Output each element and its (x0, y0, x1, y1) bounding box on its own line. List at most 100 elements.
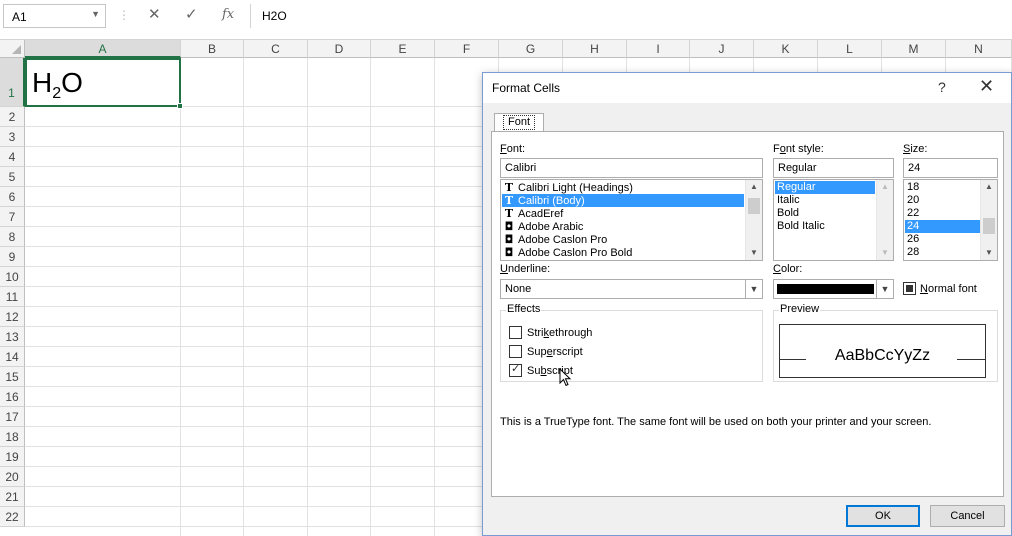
chevron-down-icon[interactable]: ▼ (876, 280, 893, 298)
close-button[interactable]: ✕ (979, 76, 994, 97)
name-box-dropdown-icon[interactable]: ▼ (91, 9, 100, 19)
row-header-5[interactable]: 5 (0, 167, 25, 187)
list-item[interactable]: Bold Italic (775, 220, 875, 233)
row-header-21[interactable]: 21 (0, 487, 25, 507)
checkmark-icon: ✓ (511, 363, 521, 375)
column-header-i[interactable]: I (627, 40, 690, 58)
size-list[interactable]: 18 20 22 24 26 28 ▲ ▼ (903, 179, 998, 261)
font-list-scrollbar[interactable]: ▲ ▼ (745, 180, 762, 260)
help-button[interactable]: ? (938, 79, 946, 95)
row-header-3[interactable]: 3 (0, 127, 25, 147)
column-header-c[interactable]: C (244, 40, 308, 58)
column-header-e[interactable]: E (371, 40, 435, 58)
row-header-11[interactable]: 11 (0, 287, 25, 307)
column-header-d[interactable]: D (308, 40, 371, 58)
row-header-9[interactable]: 9 (0, 247, 25, 267)
column-header-m[interactable]: M (882, 40, 946, 58)
column-header-f[interactable]: F (435, 40, 499, 58)
scroll-down-icon[interactable]: ▼ (746, 246, 762, 260)
list-item[interactable]: Italic (775, 194, 875, 207)
row-header-10[interactable]: 10 (0, 267, 25, 287)
row-header-17[interactable]: 17 (0, 407, 25, 427)
superscript-checkbox[interactable] (509, 345, 522, 358)
list-item[interactable]: T AcadEref (502, 207, 744, 220)
formula-input[interactable]: H2O (250, 4, 1012, 28)
chevron-down-icon[interactable]: ▼ (745, 280, 762, 298)
list-item[interactable]: Regular (775, 181, 875, 194)
list-item[interactable]: ◘ Adobe Caslon Pro Bold (502, 246, 744, 259)
list-item[interactable]: 22 (905, 207, 980, 220)
scroll-up-icon[interactable]: ▲ (877, 180, 893, 194)
column-header-n[interactable]: N (946, 40, 1012, 58)
column-header-l[interactable]: L (818, 40, 882, 58)
strikethrough-label[interactable]: Strikethrough (527, 327, 592, 339)
row-header-12[interactable]: 12 (0, 307, 25, 327)
column-header-j[interactable]: J (690, 40, 754, 58)
list-item[interactable]: ◘ Adobe Caslon Pro (502, 233, 744, 246)
row-header-18[interactable]: 18 (0, 427, 25, 447)
superscript-label[interactable]: Superscript (527, 346, 583, 358)
column-header-g[interactable]: G (499, 40, 563, 58)
font-list[interactable]: T Calibri Light (Headings) T Calibri (Body)… (500, 179, 763, 261)
fill-handle[interactable] (177, 103, 183, 109)
list-item[interactable]: 28 (905, 246, 980, 259)
list-item[interactable]: ◘ Adobe Arabic (502, 220, 744, 233)
row-header-16[interactable]: 16 (0, 387, 25, 407)
row-header-4[interactable]: 4 (0, 147, 25, 167)
row-header-22[interactable]: 22 (0, 507, 25, 527)
list-item[interactable]: 26 (905, 233, 980, 246)
row-header-14[interactable]: 14 (0, 347, 25, 367)
scroll-thumb[interactable] (748, 198, 760, 214)
insert-function-icon[interactable]: fx (222, 6, 234, 24)
size-list-scrollbar[interactable]: ▲ ▼ (980, 180, 997, 260)
normal-font-label[interactable]: Normal font (920, 283, 977, 295)
strikethrough-checkbox[interactable] (509, 326, 522, 339)
mouse-cursor-icon (559, 368, 572, 387)
row-header-15[interactable]: 15 (0, 367, 25, 387)
row-header-20[interactable]: 20 (0, 467, 25, 487)
scroll-up-icon[interactable]: ▲ (746, 180, 762, 194)
ok-button[interactable]: OK (846, 505, 920, 527)
select-all-button[interactable] (0, 40, 25, 58)
enter-entry-icon[interactable]: ✓ (185, 6, 198, 24)
column-header-b[interactable]: B (181, 40, 244, 58)
row-header-19[interactable]: 19 (0, 447, 25, 467)
column-header-k[interactable]: K (754, 40, 818, 58)
scroll-down-icon[interactable]: ▼ (877, 246, 893, 260)
cancel-button[interactable]: Cancel (930, 505, 1005, 527)
scroll-thumb[interactable] (983, 218, 995, 234)
row-header-8[interactable]: 8 (0, 227, 25, 247)
font-style-input[interactable]: Regular (773, 158, 894, 178)
dialog-titlebar[interactable]: Format Cells ? ✕ (483, 73, 1011, 103)
normal-font-checkbox[interactable] (903, 282, 916, 295)
active-cell-a1[interactable]: H2O (25, 58, 181, 107)
row-header-2[interactable]: 2 (0, 107, 25, 127)
column-header-a[interactable]: A (25, 40, 181, 58)
list-item[interactable]: 24 (905, 220, 980, 233)
list-item[interactable]: Bold (775, 207, 875, 220)
row-header-1[interactable]: 1 (0, 58, 25, 107)
scroll-down-icon[interactable]: ▼ (981, 246, 997, 260)
list-item[interactable]: T Calibri (Body) (502, 194, 744, 207)
name-box[interactable]: A1 ▼ (3, 4, 106, 28)
underline-dropdown[interactable]: None ▼ (500, 279, 763, 299)
list-item-label: Regular (777, 181, 816, 193)
list-item[interactable]: T Calibri Light (Headings) (502, 181, 744, 194)
subscript-checkbox[interactable]: ✓ (509, 363, 522, 377)
font-style-scrollbar[interactable]: ▲ ▼ (876, 180, 893, 260)
row-header-6[interactable]: 6 (0, 187, 25, 207)
font-style-list[interactable]: Regular Italic Bold Bold Italic ▲ ▼ (773, 179, 894, 261)
list-item[interactable]: 20 (905, 194, 980, 207)
tab-font[interactable]: Font (494, 113, 544, 132)
cancel-entry-icon[interactable]: ✕ (148, 6, 161, 24)
font-input[interactable]: Calibri (500, 158, 763, 178)
column-header-h[interactable]: H (563, 40, 627, 58)
list-item-label: Adobe Caslon Pro (518, 234, 608, 246)
size-input[interactable]: 24 (903, 158, 998, 178)
color-dropdown[interactable]: ▼ (773, 279, 894, 299)
list-item[interactable]: 18 (905, 181, 980, 194)
opentype-font-icon: ◘ (504, 220, 514, 233)
row-header-13[interactable]: 13 (0, 327, 25, 347)
scroll-up-icon[interactable]: ▲ (981, 180, 997, 194)
row-header-7[interactable]: 7 (0, 207, 25, 227)
